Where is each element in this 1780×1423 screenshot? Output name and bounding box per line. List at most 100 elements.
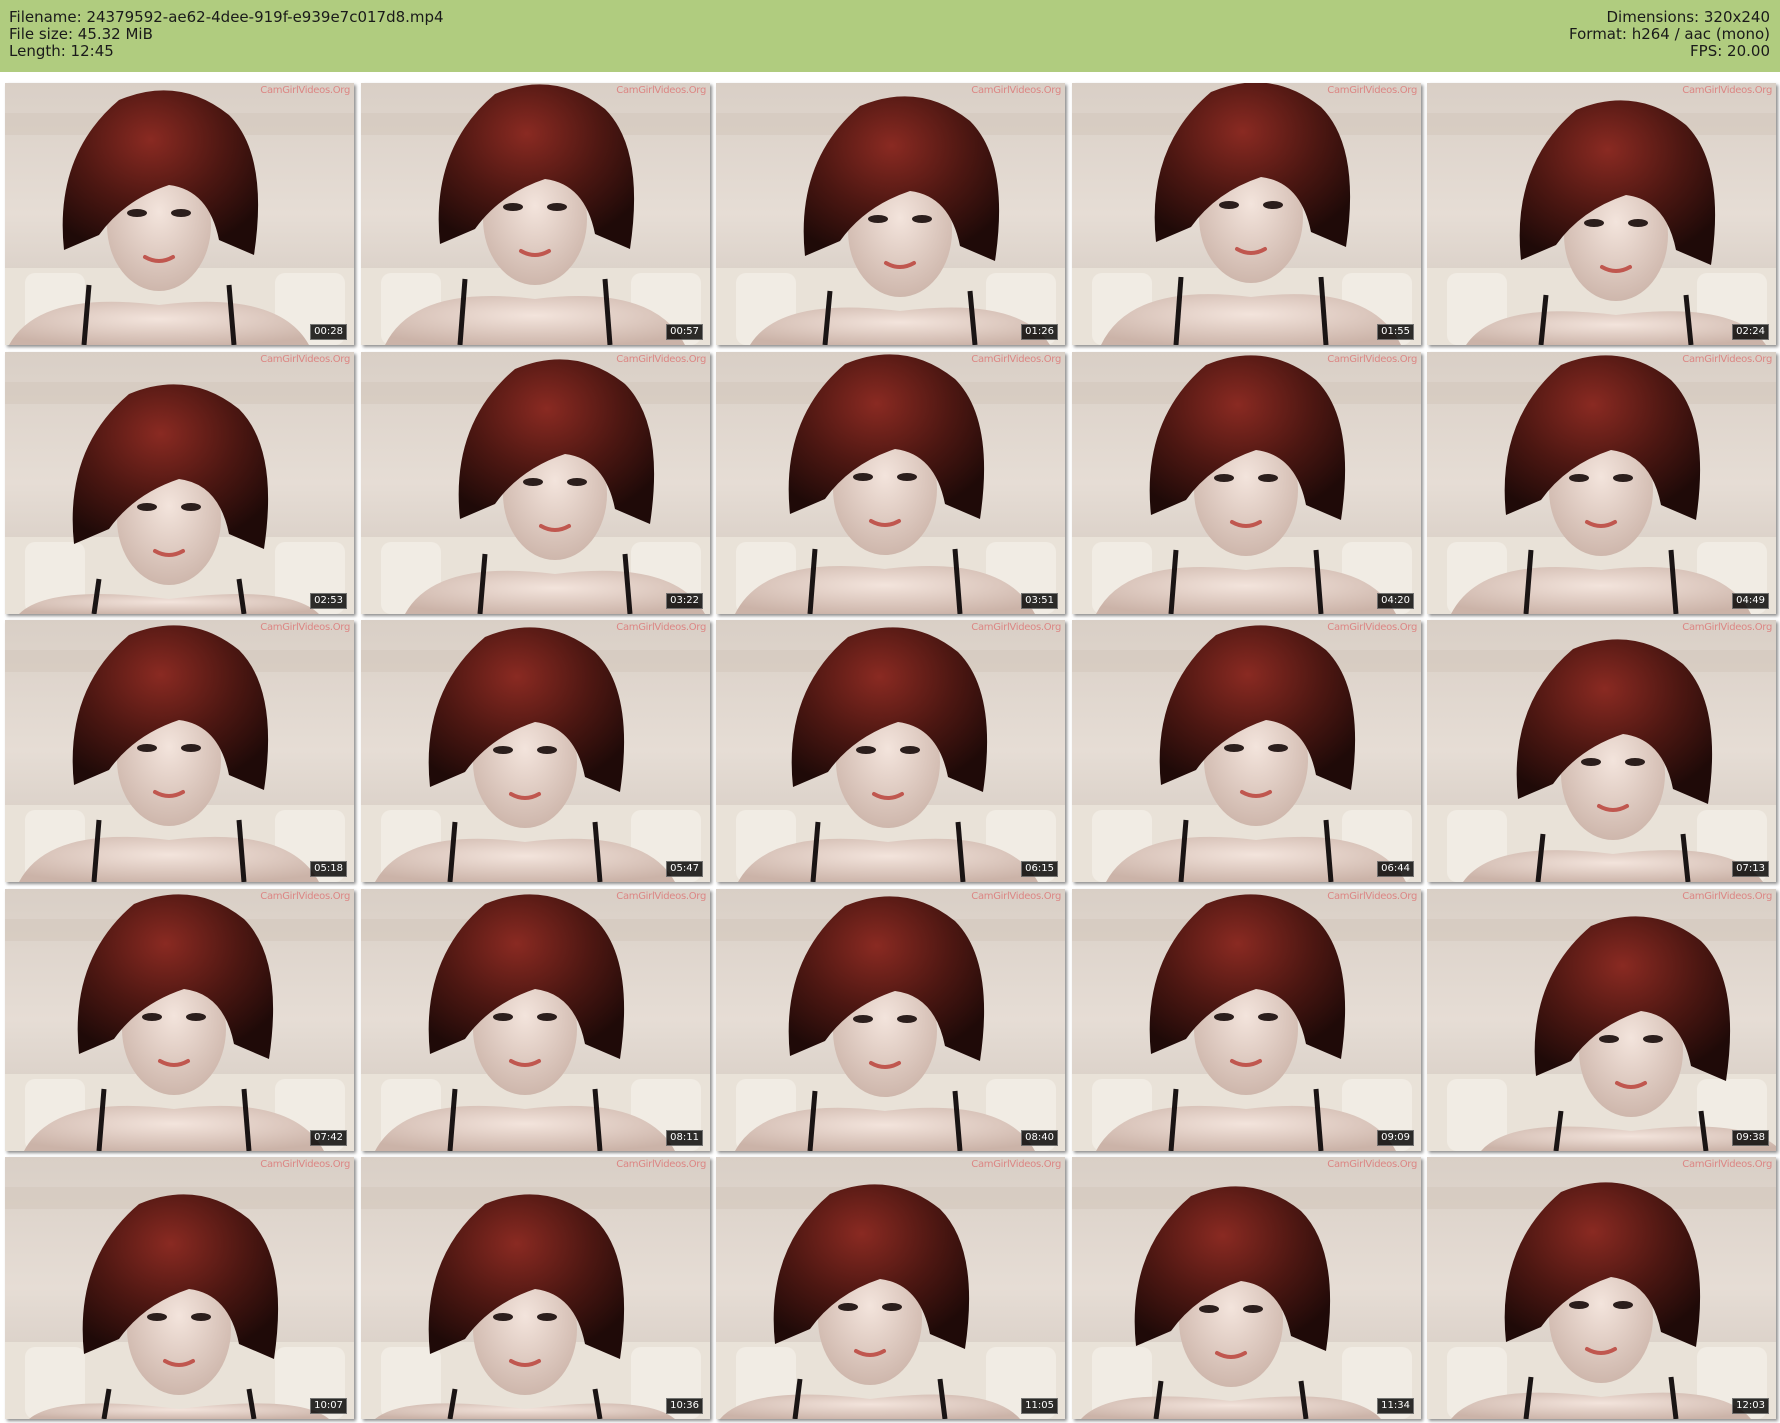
video-thumbnail: CamGirlVideos.Org 04:49 [1427, 352, 1776, 614]
frame-image [361, 620, 710, 882]
watermark-text: CamGirlVideos.Org [1682, 622, 1772, 633]
timestamp-label: 00:28 [310, 324, 347, 340]
frame-image [5, 889, 354, 1151]
video-thumbnail: CamGirlVideos.Org 11:34 [1072, 1157, 1421, 1419]
video-thumbnail: CamGirlVideos.Org 08:11 [361, 889, 710, 1151]
video-thumbnail: CamGirlVideos.Org 09:09 [1072, 889, 1421, 1151]
file-info-left: Filename: 24379592-ae62-4dee-919f-e939e7… [9, 9, 444, 60]
frame-image [1072, 83, 1421, 345]
video-thumbnail: CamGirlVideos.Org 02:53 [5, 352, 354, 614]
watermark-text: CamGirlVideos.Org [1682, 891, 1772, 902]
frame-image [361, 889, 710, 1151]
timestamp-label: 00:57 [666, 324, 703, 340]
timestamp-label: 04:20 [1377, 593, 1414, 609]
frame-image [361, 352, 710, 614]
frame-image [1072, 889, 1421, 1151]
video-thumbnail: CamGirlVideos.Org 00:28 [5, 83, 354, 345]
length-text: Length: 12:45 [9, 42, 114, 60]
video-thumbnail: CamGirlVideos.Org 11:05 [716, 1157, 1065, 1419]
timestamp-label: 10:07 [310, 1398, 347, 1414]
watermark-text: CamGirlVideos.Org [971, 891, 1061, 902]
watermark-text: CamGirlVideos.Org [260, 622, 350, 633]
video-thumbnail: CamGirlVideos.Org 10:07 [5, 1157, 354, 1419]
frame-image [1427, 1157, 1776, 1419]
frame-image [5, 620, 354, 882]
frame-image [1427, 83, 1776, 345]
video-thumbnail: CamGirlVideos.Org 06:44 [1072, 620, 1421, 882]
frame-image [361, 83, 710, 345]
frame-image [1427, 620, 1776, 882]
frame-image [716, 620, 1065, 882]
frame-image [5, 352, 354, 614]
timestamp-label: 01:55 [1377, 324, 1414, 340]
info-header: Filename: 24379592-ae62-4dee-919f-e939e7… [0, 0, 1780, 72]
timestamp-label: 05:18 [310, 861, 347, 877]
video-thumbnail: CamGirlVideos.Org 05:47 [361, 620, 710, 882]
video-thumbnail: CamGirlVideos.Org 07:42 [5, 889, 354, 1151]
video-thumbnail: CamGirlVideos.Org 03:22 [361, 352, 710, 614]
watermark-text: CamGirlVideos.Org [971, 622, 1061, 633]
watermark-text: CamGirlVideos.Org [260, 891, 350, 902]
timestamp-label: 07:13 [1732, 861, 1769, 877]
watermark-text: CamGirlVideos.Org [1682, 354, 1772, 365]
watermark-text: CamGirlVideos.Org [1327, 622, 1417, 633]
filesize-text: File size: 45.32 MiB [9, 25, 153, 43]
video-thumbnail: CamGirlVideos.Org 04:20 [1072, 352, 1421, 614]
frame-image [716, 352, 1065, 614]
watermark-text: CamGirlVideos.Org [971, 85, 1061, 96]
timestamp-label: 03:51 [1021, 593, 1058, 609]
frame-image [716, 1157, 1065, 1419]
frame-image [1427, 889, 1776, 1151]
timestamp-label: 10:36 [666, 1398, 703, 1414]
frame-image [1072, 352, 1421, 614]
watermark-text: CamGirlVideos.Org [260, 85, 350, 96]
watermark-text: CamGirlVideos.Org [1327, 891, 1417, 902]
timestamp-label: 05:47 [666, 861, 703, 877]
timestamp-label: 11:34 [1377, 1398, 1414, 1414]
timestamp-label: 04:49 [1732, 593, 1769, 609]
dimensions-text: Dimensions: 320x240 [1606, 8, 1770, 26]
timestamp-label: 08:11 [666, 1130, 703, 1146]
video-thumbnail: CamGirlVideos.Org 09:38 [1427, 889, 1776, 1151]
watermark-text: CamGirlVideos.Org [616, 85, 706, 96]
timestamp-label: 01:26 [1021, 324, 1058, 340]
timestamp-label: 08:40 [1021, 1130, 1058, 1146]
video-thumbnail: CamGirlVideos.Org 01:55 [1072, 83, 1421, 345]
timestamp-label: 09:09 [1377, 1130, 1414, 1146]
timestamp-label: 11:05 [1021, 1398, 1058, 1414]
watermark-text: CamGirlVideos.Org [1327, 1159, 1417, 1170]
frame-image [1072, 1157, 1421, 1419]
timestamp-label: 06:15 [1021, 861, 1058, 877]
frame-image [716, 889, 1065, 1151]
watermark-text: CamGirlVideos.Org [971, 1159, 1061, 1170]
frame-image [5, 83, 354, 345]
watermark-text: CamGirlVideos.Org [1327, 85, 1417, 96]
thumbnail-grid: CamGirlVideos.Org 00:28 CamGirlVideos.Or… [5, 83, 1777, 1420]
timestamp-label: 02:53 [310, 593, 347, 609]
frame-image [1427, 352, 1776, 614]
video-thumbnail: CamGirlVideos.Org 01:26 [716, 83, 1065, 345]
timestamp-label: 02:24 [1732, 324, 1769, 340]
watermark-text: CamGirlVideos.Org [1682, 1159, 1772, 1170]
file-info-right: Dimensions: 320x240 Format: h264 / aac (… [1569, 9, 1770, 60]
video-thumbnail: CamGirlVideos.Org 02:24 [1427, 83, 1776, 345]
timestamp-label: 09:38 [1732, 1130, 1769, 1146]
filename-text: Filename: 24379592-ae62-4dee-919f-e939e7… [9, 8, 444, 26]
video-thumbnail: CamGirlVideos.Org 06:15 [716, 620, 1065, 882]
video-thumbnail: CamGirlVideos.Org 07:13 [1427, 620, 1776, 882]
timestamp-label: 12:03 [1732, 1398, 1769, 1414]
video-thumbnail: CamGirlVideos.Org 00:57 [361, 83, 710, 345]
video-thumbnail: CamGirlVideos.Org 10:36 [361, 1157, 710, 1419]
timestamp-label: 06:44 [1377, 861, 1414, 877]
timestamp-label: 07:42 [310, 1130, 347, 1146]
frame-image [361, 1157, 710, 1419]
watermark-text: CamGirlVideos.Org [616, 1159, 706, 1170]
video-thumbnail: CamGirlVideos.Org 03:51 [716, 352, 1065, 614]
frame-image [5, 1157, 354, 1419]
fps-text: FPS: 20.00 [1690, 42, 1770, 60]
frame-image [1072, 620, 1421, 882]
timestamp-label: 03:22 [666, 593, 703, 609]
watermark-text: CamGirlVideos.Org [616, 891, 706, 902]
watermark-text: CamGirlVideos.Org [971, 354, 1061, 365]
watermark-text: CamGirlVideos.Org [260, 354, 350, 365]
